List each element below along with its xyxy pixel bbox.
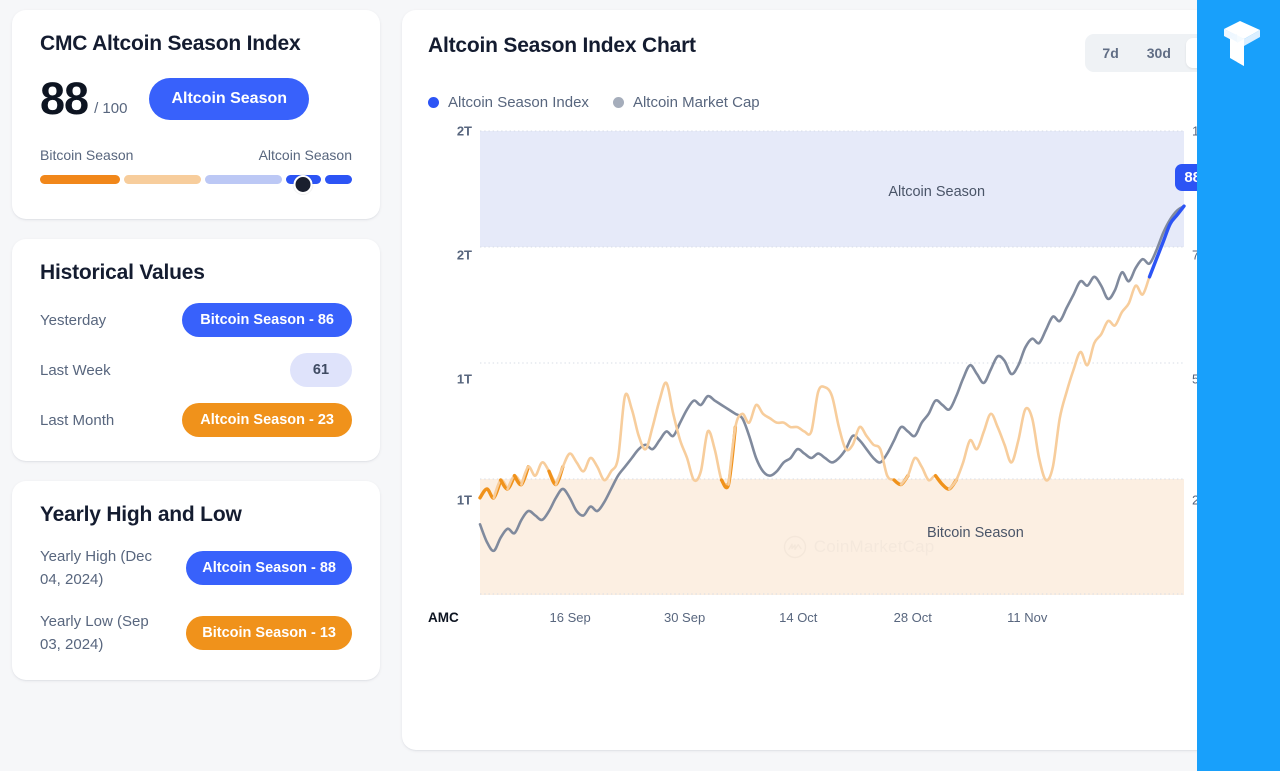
legend-label-altcoin-season-index: Altcoin Season Index bbox=[448, 94, 589, 111]
scale-label-bitcoin: Bitcoin Season bbox=[40, 147, 134, 163]
range-button-7d[interactable]: 7d bbox=[1089, 38, 1131, 68]
historical-values-card: Historical Values Yesterday Bitcoin Seas… bbox=[12, 239, 380, 461]
line-altcoin-season-index bbox=[949, 259, 1156, 489]
legend-item-altcoin-market-cap[interactable]: Altcoin Market Cap bbox=[612, 94, 760, 111]
scale-endpoint-labels: Bitcoin Season Altcoin Season bbox=[40, 147, 352, 163]
legend-dot-icon bbox=[612, 97, 624, 108]
x-tick-0: 16 Sep bbox=[549, 610, 591, 625]
sidebar-cards: CMC Altcoin Season Index 88 / 100 Altcoi… bbox=[0, 0, 392, 771]
altcoin-season-index-card: CMC Altcoin Season Index 88 / 100 Altcoi… bbox=[12, 10, 380, 219]
list-item: Last Month Altcoin Season - 23 bbox=[40, 403, 352, 437]
index-score-value: 88 bbox=[40, 73, 89, 124]
y-left-axis-name: AMC bbox=[428, 610, 459, 625]
y-left-tick-0: 2T bbox=[456, 123, 472, 139]
right-side-rail bbox=[1197, 0, 1280, 771]
yearly-high-low-title: Yearly High and Low bbox=[40, 503, 242, 526]
season-scale-knob[interactable] bbox=[293, 175, 313, 194]
y-left-tick-2: 1T bbox=[456, 371, 472, 386]
yearly-low-label: Yearly Low (Sep 03, 2024) bbox=[40, 612, 149, 653]
historical-value-yesterday: Bitcoin Season - 86 bbox=[182, 303, 352, 337]
chart-legend: Altcoin Season Index Altcoin Market Cap bbox=[428, 94, 1240, 111]
historical-label-last-month: Last Month bbox=[40, 411, 115, 429]
scale-segment-bitcoin-strong bbox=[40, 175, 120, 184]
index-card-title: CMC Altcoin Season Index bbox=[40, 32, 301, 55]
index-score-row: 88 / 100 Altcoin Season bbox=[40, 76, 352, 121]
chart-column: Altcoin Season Index Chart 7d 30d 90d Al… bbox=[392, 0, 1280, 771]
x-tick-1: 30 Sep bbox=[663, 610, 706, 625]
yearly-high-value: Altcoin Season - 88 bbox=[186, 551, 352, 586]
scale-segment-altcoin-weak bbox=[204, 175, 282, 184]
historical-label-last-week: Last Week bbox=[40, 361, 111, 379]
page-root: CMC Altcoin Season Index 88 / 100 Altcoi… bbox=[0, 0, 1280, 771]
legend-label-altcoin-market-cap: Altcoin Market Cap bbox=[632, 94, 760, 111]
list-item: Yearly Low (Sep 03, 2024) Bitcoin Season… bbox=[40, 610, 352, 657]
altcoin-season-band bbox=[480, 131, 1184, 247]
list-item: Yesterday Bitcoin Season - 86 bbox=[40, 303, 352, 337]
series-altcoin-season-index bbox=[480, 206, 1184, 498]
historical-value-last-week: 61 bbox=[290, 353, 352, 387]
historical-value-last-month: Altcoin Season - 23 bbox=[182, 403, 352, 437]
line-altcoin-season-index bbox=[728, 386, 901, 484]
chart-header: Altcoin Season Index Chart 7d 30d 90d bbox=[428, 34, 1240, 72]
x-tick-4: 11 Nov bbox=[1007, 610, 1048, 625]
bitcoin-season-band bbox=[480, 479, 1184, 595]
x-tick-3: 28 Oct bbox=[893, 610, 932, 625]
yearly-high-label: Yearly High (Dec 04, 2024) bbox=[40, 548, 152, 589]
historical-values-title: Historical Values bbox=[40, 261, 205, 284]
y-left-tick-1: 2T bbox=[456, 247, 472, 263]
chart-plot-area: 2T 2T 1T 1T 100 75 50 25 AMC ASI bbox=[428, 124, 1240, 631]
yearly-high-low-list: Yearly High (Dec 04, 2024) Altcoin Seaso… bbox=[40, 545, 352, 656]
legend-item-altcoin-season-index[interactable]: Altcoin Season Index bbox=[428, 94, 589, 111]
annotation-bitcoin-season: Bitcoin Season bbox=[927, 525, 1024, 542]
list-item: Yearly High (Dec 04, 2024) Altcoin Seaso… bbox=[40, 545, 352, 592]
historical-label-yesterday: Yesterday bbox=[40, 311, 107, 329]
range-button-30d[interactable]: 30d bbox=[1134, 38, 1184, 68]
line-altcoin-season-index bbox=[556, 383, 729, 485]
season-scale-slider[interactable] bbox=[40, 175, 352, 195]
index-status-badge: Altcoin Season bbox=[149, 77, 310, 120]
chart-title: Altcoin Season Index Chart bbox=[428, 34, 696, 57]
x-tick-2: 14 Oct bbox=[779, 610, 818, 625]
chart-svg bbox=[480, 130, 1184, 595]
scale-label-altcoin: Altcoin Season bbox=[258, 147, 352, 163]
legend-dot-icon bbox=[428, 97, 439, 108]
isometric-t-logo-icon bbox=[1224, 21, 1260, 66]
list-item: Last Week 61 bbox=[40, 353, 352, 387]
index-score-denominator: / 100 bbox=[94, 100, 128, 117]
scale-segment-altcoin-end bbox=[325, 175, 352, 184]
yearly-low-value: Bitcoin Season - 13 bbox=[186, 615, 352, 650]
y-left-tick-3: 1T bbox=[456, 492, 472, 508]
historical-values-list: Yesterday Bitcoin Season - 86 Last Week … bbox=[40, 303, 352, 437]
chart-canvas: Altcoin Season Bitcoin Season 88 CoinMar… bbox=[480, 130, 1210, 595]
scale-segment-bitcoin-weak bbox=[123, 175, 201, 184]
altcoin-season-chart-card: Altcoin Season Index Chart 7d 30d 90d Al… bbox=[402, 10, 1266, 750]
yearly-high-low-card: Yearly High and Low Yearly High (Dec 04,… bbox=[12, 481, 380, 680]
app-logo[interactable] bbox=[1219, 18, 1265, 75]
annotation-altcoin-season: Altcoin Season bbox=[888, 184, 986, 201]
